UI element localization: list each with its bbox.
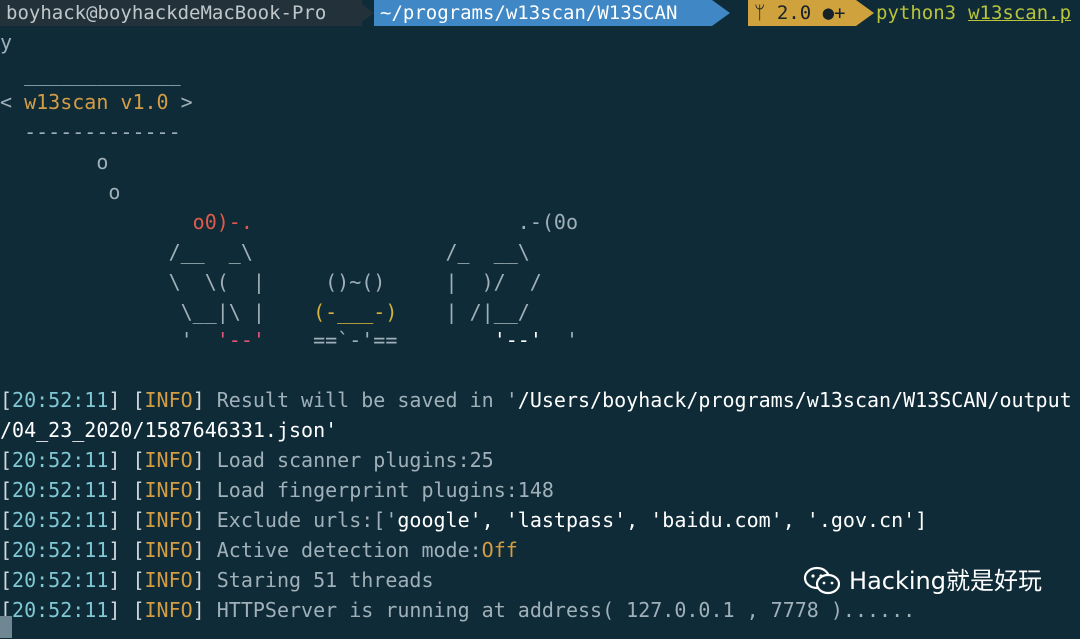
log-line: [20:52:11] [INFO] Result will be saved i…	[0, 388, 1072, 412]
log-level-tag: INFO	[144, 388, 193, 412]
log-line: [20:52:11] [INFO] Load fingerprint plugi…	[0, 478, 554, 502]
git-branch-icon: ᛘ	[754, 2, 766, 24]
banner-title: w13scan v1.0	[24, 90, 169, 114]
log-line: [20:52:11] [INFO] Exclude urls:['google'…	[0, 508, 928, 532]
prompt-separator-arrow	[356, 0, 374, 26]
log-timestamp: 20:52:11	[12, 508, 109, 532]
log-line: [20:52:11] [INFO] Load scanner plugins:2…	[0, 448, 494, 472]
banner-line: o	[0, 180, 121, 204]
log-level-tag: INFO	[144, 508, 193, 532]
log-level-tag: INFO	[144, 598, 193, 622]
banner-line: _____________	[0, 62, 181, 86]
banner-line: o	[0, 150, 109, 174]
log-timestamp: 20:52:11	[12, 388, 109, 412]
log-timestamp: 20:52:11	[12, 538, 109, 562]
log-line: [20:52:11] [INFO] HTTPServer is running …	[0, 598, 916, 622]
log-line: [20:52:11] [INFO] Staring 51 threads	[0, 568, 434, 592]
banner-art-line: /__ _\ /_ __\	[0, 240, 530, 264]
watermark: Hacking就是好玩	[803, 561, 1042, 601]
banner-art-line: ' '--' ==`-'== '--' '	[0, 328, 578, 352]
command-argument: w13scan.p	[968, 2, 1072, 24]
banner-art-line: \ \( | ()~() | )/ /	[0, 270, 542, 294]
log-timestamp: 20:52:11	[12, 568, 109, 592]
banner-art-line: \__|\ | (-___-) | /|__/	[0, 300, 530, 324]
shell-prompt-bar: boyhack@boyhackdeMacBook-Pro ~/programs/…	[0, 0, 1080, 26]
watermark-text: Hacking就是好玩	[849, 567, 1042, 595]
prompt-user-host: boyhack@boyhackdeMacBook-Pro	[0, 0, 362, 26]
prompt-path: ~/programs/w13scan/W13SCAN	[374, 0, 712, 26]
banner-line: y	[0, 30, 13, 54]
git-branch-label: 2.0 ●+	[776, 2, 846, 24]
wechat-icon	[803, 565, 841, 597]
log-level-tag: INFO	[144, 478, 193, 502]
prompt-separator-arrow	[712, 0, 730, 26]
banner-line: -------------	[0, 120, 181, 144]
log-level-tag: INFO	[144, 538, 193, 562]
detection-mode-value: Off	[481, 538, 518, 562]
prompt-git-status: ᛘ 2.0 ●+	[748, 0, 856, 26]
terminal-cursor	[0, 616, 12, 638]
log-level-tag: INFO	[144, 448, 193, 472]
log-timestamp: 20:52:11	[12, 448, 109, 472]
banner-art-line: o0)-. .-(0o	[0, 210, 578, 234]
log-timestamp: 20:52:11	[12, 598, 109, 622]
log-line: [20:52:11] [INFO] Active detection mode:…	[0, 538, 518, 562]
prompt-separator-arrow	[856, 0, 874, 26]
log-line-continuation: /04_23_2020/1587646331.json'	[0, 418, 338, 442]
log-timestamp: 20:52:11	[12, 478, 109, 502]
output-path: /Users/boyhack/programs/w13scan/W13SCAN/…	[517, 388, 1072, 412]
log-level-tag: INFO	[144, 568, 193, 592]
banner-title-line: < w13scan v1.0 >	[0, 90, 193, 114]
command-name: python3	[876, 2, 957, 24]
prompt-command[interactable]: python3 w13scan.p	[876, 0, 1071, 26]
